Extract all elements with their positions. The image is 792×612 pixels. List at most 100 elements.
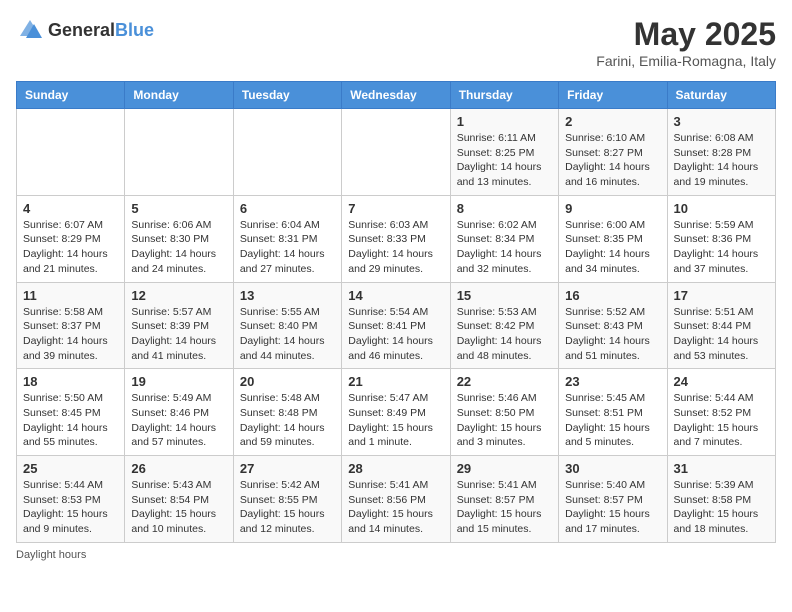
day-info: Sunrise: 5:42 AM Sunset: 8:55 PM Dayligh… xyxy=(240,478,335,537)
weekday-header: Tuesday xyxy=(233,82,341,109)
calendar-cell: 14Sunrise: 5:54 AM Sunset: 8:41 PM Dayli… xyxy=(342,282,450,369)
weekday-header: Wednesday xyxy=(342,82,450,109)
calendar-cell: 29 Sunrise: 5:41 AM Sunset: 8:57 PM Dayli… xyxy=(450,456,558,543)
weekday-row: SundayMondayTuesdayWednesdayThursdayFrid… xyxy=(17,82,776,109)
calendar-body: 1Sunrise: 6:11 AM Sunset: 8:25 PM Daylig… xyxy=(17,109,776,543)
day-info: Sunrise: 5:59 AM Sunset: 8:36 PM Dayligh… xyxy=(674,218,769,277)
day-info: Sunrise: 5:44 AM Sunset: 8:53 PM Dayligh… xyxy=(23,478,118,537)
title-block: May 2025 Farini, Emilia-Romagna, Italy xyxy=(596,16,776,69)
day-number: 28 xyxy=(348,461,443,476)
day-info: Sunrise: 5:40 AM Sunset: 8:57 PM Dayligh… xyxy=(565,478,660,537)
calendar-cell xyxy=(233,109,341,196)
calendar-cell: 12Sunrise: 5:57 AM Sunset: 8:39 PM Dayli… xyxy=(125,282,233,369)
calendar-cell: 22Sunrise: 5:46 AM Sunset: 8:50 PM Dayli… xyxy=(450,369,558,456)
day-number: 30 xyxy=(565,461,660,476)
day-number: 15 xyxy=(457,288,552,303)
calendar-cell: 18 Sunrise: 5:50 AM Sunset: 8:45 PM Dayli… xyxy=(17,369,125,456)
calendar-cell xyxy=(342,109,450,196)
day-number: 16 xyxy=(565,288,660,303)
day-info: Sunrise: 5:41 AM Sunset: 8:57 PM Dayligh… xyxy=(457,478,552,537)
day-info: Sunrise: 5:51 AM Sunset: 8:44 PM Dayligh… xyxy=(674,305,769,364)
day-number: 7 xyxy=(348,201,443,216)
day-info: Sunrise: 5:47 AM Sunset: 8:49 PM Dayligh… xyxy=(348,391,443,450)
day-number: 18 xyxy=(23,374,118,389)
calendar-cell: 15Sunrise: 5:53 AM Sunset: 8:42 PM Dayli… xyxy=(450,282,558,369)
day-number: 13 xyxy=(240,288,335,303)
weekday-header: Thursday xyxy=(450,82,558,109)
day-info: Sunrise: 5:58 AM Sunset: 8:37 PM Dayligh… xyxy=(23,305,118,364)
weekday-header: Saturday xyxy=(667,82,775,109)
calendar-cell: 25 Sunrise: 5:44 AM Sunset: 8:53 PM Dayli… xyxy=(17,456,125,543)
weekday-header: Friday xyxy=(559,82,667,109)
day-number: 9 xyxy=(565,201,660,216)
calendar-week-row: 1Sunrise: 6:11 AM Sunset: 8:25 PM Daylig… xyxy=(17,109,776,196)
day-info: Sunrise: 6:08 AM Sunset: 8:28 PM Dayligh… xyxy=(674,131,769,190)
day-number: 31 xyxy=(674,461,769,476)
calendar-header: SundayMondayTuesdayWednesdayThursdayFrid… xyxy=(17,82,776,109)
day-number: 25 xyxy=(23,461,118,476)
day-number: 26 xyxy=(131,461,226,476)
day-number: 3 xyxy=(674,114,769,129)
calendar-week-row: 4Sunrise: 6:07 AM Sunset: 8:29 PM Daylig… xyxy=(17,195,776,282)
day-number: 17 xyxy=(674,288,769,303)
day-number: 23 xyxy=(565,374,660,389)
daylight-note: Daylight hours xyxy=(16,549,86,561)
calendar-week-row: 25 Sunrise: 5:44 AM Sunset: 8:53 PM Dayli… xyxy=(17,456,776,543)
day-number: 12 xyxy=(131,288,226,303)
day-info: Sunrise: 5:48 AM Sunset: 8:48 PM Dayligh… xyxy=(240,391,335,450)
calendar-cell: 9 Sunrise: 6:00 AM Sunset: 8:35 PM Daylig… xyxy=(559,195,667,282)
calendar-cell: 17 Sunrise: 5:51 AM Sunset: 8:44 PM Dayli… xyxy=(667,282,775,369)
day-number: 10 xyxy=(674,201,769,216)
day-number: 21 xyxy=(348,374,443,389)
day-number: 2 xyxy=(565,114,660,129)
calendar-cell: 4Sunrise: 6:07 AM Sunset: 8:29 PM Daylig… xyxy=(17,195,125,282)
day-number: 1 xyxy=(457,114,552,129)
weekday-header: Monday xyxy=(125,82,233,109)
calendar-cell: 31 Sunrise: 5:39 AM Sunset: 8:58 PM Dayli… xyxy=(667,456,775,543)
calendar-cell: 11Sunrise: 5:58 AM Sunset: 8:37 PM Dayli… xyxy=(17,282,125,369)
day-number: 5 xyxy=(131,201,226,216)
day-info: Sunrise: 5:43 AM Sunset: 8:54 PM Dayligh… xyxy=(131,478,226,537)
location-title: Farini, Emilia-Romagna, Italy xyxy=(596,53,776,69)
day-info: Sunrise: 5:49 AM Sunset: 8:46 PM Dayligh… xyxy=(131,391,226,450)
calendar-cell xyxy=(125,109,233,196)
calendar-cell: 24 Sunrise: 5:44 AM Sunset: 8:52 PM Dayli… xyxy=(667,369,775,456)
day-info: Sunrise: 6:03 AM Sunset: 8:33 PM Dayligh… xyxy=(348,218,443,277)
calendar-cell: 13 Sunrise: 5:55 AM Sunset: 8:40 PM Dayli… xyxy=(233,282,341,369)
calendar-cell: 10 Sunrise: 5:59 AM Sunset: 8:36 PM Dayli… xyxy=(667,195,775,282)
calendar-cell xyxy=(17,109,125,196)
day-number: 29 xyxy=(457,461,552,476)
calendar-cell: 21 Sunrise: 5:47 AM Sunset: 8:49 PM Dayli… xyxy=(342,369,450,456)
logo: GeneralBlue xyxy=(16,16,154,44)
day-number: 6 xyxy=(240,201,335,216)
day-info: Sunrise: 6:07 AM Sunset: 8:29 PM Dayligh… xyxy=(23,218,118,277)
footer-note: Daylight hours xyxy=(16,549,776,561)
day-info: Sunrise: 5:50 AM Sunset: 8:45 PM Dayligh… xyxy=(23,391,118,450)
day-info: Sunrise: 5:39 AM Sunset: 8:58 PM Dayligh… xyxy=(674,478,769,537)
day-number: 20 xyxy=(240,374,335,389)
logo-icon xyxy=(16,16,44,44)
logo-blue: Blue xyxy=(115,20,154,40)
calendar-cell: 3 Sunrise: 6:08 AM Sunset: 8:28 PM Daylig… xyxy=(667,109,775,196)
day-info: Sunrise: 6:04 AM Sunset: 8:31 PM Dayligh… xyxy=(240,218,335,277)
day-info: Sunrise: 6:02 AM Sunset: 8:34 PM Dayligh… xyxy=(457,218,552,277)
calendar-cell: 16Sunrise: 5:52 AM Sunset: 8:43 PM Dayli… xyxy=(559,282,667,369)
day-info: Sunrise: 5:41 AM Sunset: 8:56 PM Dayligh… xyxy=(348,478,443,537)
day-info: Sunrise: 5:44 AM Sunset: 8:52 PM Dayligh… xyxy=(674,391,769,450)
day-info: Sunrise: 5:46 AM Sunset: 8:50 PM Dayligh… xyxy=(457,391,552,450)
day-number: 8 xyxy=(457,201,552,216)
day-number: 27 xyxy=(240,461,335,476)
day-number: 24 xyxy=(674,374,769,389)
day-info: Sunrise: 6:00 AM Sunset: 8:35 PM Dayligh… xyxy=(565,218,660,277)
day-info: Sunrise: 6:10 AM Sunset: 8:27 PM Dayligh… xyxy=(565,131,660,190)
calendar-cell: 28 Sunrise: 5:41 AM Sunset: 8:56 PM Dayli… xyxy=(342,456,450,543)
calendar-cell: 23Sunrise: 5:45 AM Sunset: 8:51 PM Dayli… xyxy=(559,369,667,456)
calendar-cell: 30 Sunrise: 5:40 AM Sunset: 8:57 PM Dayli… xyxy=(559,456,667,543)
calendar-cell: 7 Sunrise: 6:03 AM Sunset: 8:33 PM Daylig… xyxy=(342,195,450,282)
weekday-header: Sunday xyxy=(17,82,125,109)
calendar-cell: 6 Sunrise: 6:04 AM Sunset: 8:31 PM Daylig… xyxy=(233,195,341,282)
calendar-cell: 8 Sunrise: 6:02 AM Sunset: 8:34 PM Daylig… xyxy=(450,195,558,282)
page-header: GeneralBlue May 2025 Farini, Emilia-Roma… xyxy=(16,16,776,69)
day-info: Sunrise: 5:55 AM Sunset: 8:40 PM Dayligh… xyxy=(240,305,335,364)
calendar-week-row: 11Sunrise: 5:58 AM Sunset: 8:37 PM Dayli… xyxy=(17,282,776,369)
